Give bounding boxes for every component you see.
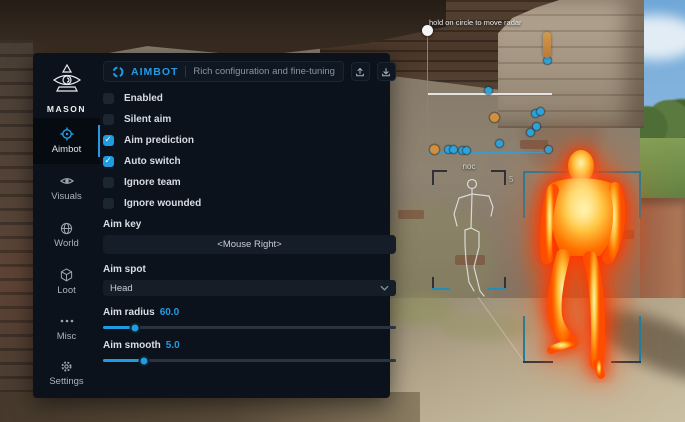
toggle-row: Enabled bbox=[103, 93, 396, 104]
slider-list: Aim radius 60.0 Aim smooth 5.0 bbox=[103, 307, 396, 362]
radar-dot-enemy bbox=[496, 140, 503, 147]
toggle-label: Enabled bbox=[124, 93, 163, 104]
toggle-label: Ignore team bbox=[124, 177, 181, 188]
sidebar-item-label: Misc bbox=[57, 331, 77, 342]
radar-dot-orange bbox=[430, 145, 439, 154]
radar-dot-orange bbox=[490, 113, 499, 122]
aim-key-button[interactable]: <Mouse Right> bbox=[103, 235, 396, 254]
bracket-segment bbox=[523, 316, 525, 363]
aim-radius-slider-handle[interactable] bbox=[130, 322, 141, 333]
brand-name: MASON bbox=[33, 104, 100, 114]
sidebar-item-label: Visuals bbox=[51, 191, 81, 202]
aim-smooth-row: Aim smooth 5.0 bbox=[103, 340, 396, 351]
page-subtitle: Rich configuration and fine-tuning bbox=[193, 66, 335, 77]
radar-move-handle[interactable] bbox=[422, 25, 433, 36]
radar-tooltip: hold on circle to move radar bbox=[429, 18, 589, 27]
header-divider bbox=[185, 66, 186, 77]
cheat-menu-panel: MASON Aimbot Visuals World Loot Misc Settings… bbox=[33, 53, 390, 398]
eye-icon bbox=[60, 174, 74, 188]
toggle-row: Ignore wounded bbox=[103, 198, 396, 209]
radar-dot-enemy bbox=[463, 147, 470, 154]
aim-smooth-slider[interactable] bbox=[103, 359, 396, 362]
toggle-row: Auto switch bbox=[103, 156, 396, 167]
toggle-row: Ignore team bbox=[103, 177, 396, 188]
aim-smooth-label: Aim smooth bbox=[103, 340, 161, 351]
radar-dot-enemy bbox=[533, 123, 540, 130]
aim-radius-row: Aim radius 60.0 bbox=[103, 307, 396, 318]
panel-header: AIMBOT Rich configuration and fine-tunin… bbox=[103, 62, 396, 81]
checkbox-aim-prediction[interactable] bbox=[103, 135, 114, 146]
checkbox-enabled[interactable] bbox=[103, 93, 114, 104]
upload-icon bbox=[355, 67, 365, 77]
download-config-button[interactable] bbox=[377, 62, 396, 81]
toggle-label: Aim prediction bbox=[124, 135, 194, 146]
bracket-segment bbox=[611, 361, 641, 363]
toggle-row: Silent aim bbox=[103, 114, 396, 125]
aim-radius-value: 60.0 bbox=[160, 307, 179, 318]
sidebar-item-world[interactable]: World bbox=[33, 212, 100, 258]
header-pill: AIMBOT Rich configuration and fine-tunin… bbox=[103, 61, 344, 82]
radar-dot-enemy bbox=[537, 108, 544, 115]
aim-spot-select[interactable]: Head bbox=[103, 280, 396, 296]
radar-dot-enemy bbox=[545, 146, 552, 153]
sidebar: MASON Aimbot Visuals World Loot Misc Settings bbox=[33, 53, 100, 398]
mason-eye-icon bbox=[50, 64, 84, 96]
bracket-segment bbox=[523, 171, 571, 173]
sidebar-item-aimbot[interactable]: Aimbot bbox=[33, 118, 100, 164]
sidebar-item-visuals[interactable]: Visuals bbox=[33, 165, 100, 211]
sidebar-item-loot[interactable]: Loot bbox=[33, 259, 100, 305]
sidebar-item-settings[interactable]: Settings bbox=[33, 350, 100, 396]
radar-dot-enemy bbox=[450, 146, 457, 153]
bracket-segment bbox=[523, 361, 553, 363]
toggle-list: Enabled Silent aim Aim prediction Auto swit… bbox=[103, 93, 396, 209]
upload-config-button[interactable] bbox=[351, 62, 370, 81]
background-left-wall bbox=[0, 40, 33, 422]
aim-spot-label: Aim spot bbox=[103, 264, 396, 275]
radar-marker bbox=[543, 32, 551, 58]
checkbox-ignore-team[interactable] bbox=[103, 177, 114, 188]
toggle-label: Ignore wounded bbox=[124, 198, 201, 209]
panel-content: AIMBOT Rich configuration and fine-tunin… bbox=[100, 53, 409, 398]
aim-spot-value: Head bbox=[110, 283, 133, 294]
dots-icon bbox=[60, 314, 74, 328]
aim-radius-label: Aim radius bbox=[103, 307, 155, 318]
chevron-down-icon bbox=[380, 285, 389, 291]
brand-logo: MASON bbox=[33, 64, 100, 114]
radar-dot-enemy bbox=[527, 129, 534, 136]
globe-icon bbox=[60, 221, 73, 235]
bracket-segment bbox=[523, 171, 525, 218]
bracket-segment bbox=[639, 171, 641, 218]
box-icon bbox=[60, 268, 73, 282]
sidebar-item-label: Loot bbox=[57, 285, 76, 296]
checkbox-ignore-wounded[interactable] bbox=[103, 198, 114, 209]
aimbot-ring-icon bbox=[112, 66, 124, 78]
sidebar-item-misc[interactable]: Misc bbox=[33, 305, 100, 351]
toggle-row: Aim prediction bbox=[103, 135, 396, 146]
download-icon bbox=[381, 67, 391, 77]
crosshair-icon bbox=[60, 127, 74, 141]
moss-patch bbox=[440, 315, 530, 341]
checkbox-silent-aim[interactable] bbox=[103, 114, 114, 125]
sidebar-item-label: Settings bbox=[49, 376, 83, 387]
aim-key-label: Aim key bbox=[103, 219, 396, 230]
aim-smooth-slider-handle[interactable] bbox=[139, 355, 150, 366]
aim-radius-slider[interactable] bbox=[103, 326, 396, 329]
radar: hold on circle to move radar bbox=[427, 30, 552, 153]
game-scene: hold on circle to move radar noc 5 bbox=[0, 0, 685, 422]
bracket-segment bbox=[639, 316, 641, 363]
aim-smooth-value: 5.0 bbox=[166, 340, 180, 351]
sidebar-item-label: World bbox=[54, 238, 79, 249]
gear-icon bbox=[60, 359, 73, 373]
bracket-segment bbox=[593, 171, 641, 173]
toggle-label: Silent aim bbox=[124, 114, 171, 125]
esp-skeleton-box: noc 5 bbox=[432, 170, 506, 290]
sidebar-item-label: Aimbot bbox=[52, 144, 82, 155]
skeleton-esp bbox=[432, 172, 512, 302]
checkbox-auto-switch[interactable] bbox=[103, 156, 114, 167]
esp-player-box bbox=[523, 171, 641, 363]
toggle-label: Auto switch bbox=[124, 156, 181, 167]
radar-dot-enemy bbox=[485, 87, 492, 94]
page-title: AIMBOT bbox=[131, 66, 178, 78]
